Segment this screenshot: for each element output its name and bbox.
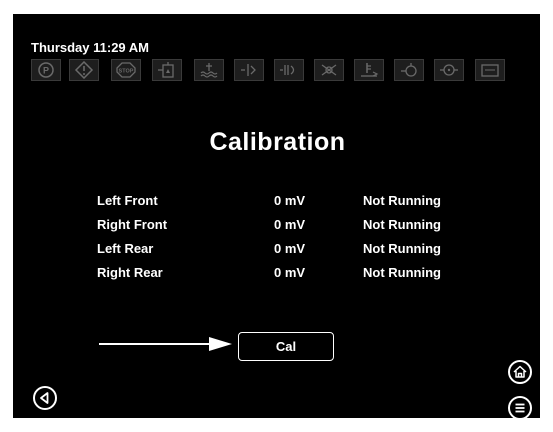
stop-icon: STOP — [111, 59, 141, 81]
coolant-level-icon — [194, 59, 224, 81]
display-bezel: Thursday 11:29 AM P STOP Calibration Lef… — [13, 14, 540, 420]
battery-icon — [475, 59, 505, 81]
pto-icon — [234, 59, 264, 81]
back-triangle-icon — [40, 392, 49, 404]
row-status: Not Running — [363, 265, 441, 280]
fuel-filter-icon — [152, 59, 182, 81]
datetime-label: Thursday 11:29 AM — [31, 40, 150, 55]
svg-text:STOP: STOP — [119, 69, 134, 75]
coolant-temp-icon — [354, 59, 384, 81]
menu-button[interactable] — [508, 396, 532, 420]
home-button[interactable] — [508, 360, 532, 384]
menu-icon — [515, 403, 525, 413]
row-value: 0 mV — [274, 217, 306, 232]
calibration-row: Left Rear 0 mV Not Running — [21, 241, 534, 263]
indicator-bar: P STOP — [31, 59, 530, 81]
svg-text:P: P — [43, 66, 49, 76]
calibration-row: Left Front 0 mV Not Running — [21, 193, 534, 215]
parking-brake-icon: P — [31, 59, 61, 81]
home-icon — [513, 365, 527, 378]
display-screen: Thursday 11:29 AM P STOP Calibration Lef… — [21, 22, 534, 420]
oil-pressure-icon — [434, 59, 464, 81]
arrow-pointer-icon — [99, 337, 232, 351]
calibration-row: Right Front 0 mV Not Running — [21, 217, 534, 239]
calibration-row: Right Rear 0 mV Not Running — [21, 265, 534, 287]
row-value: 0 mV — [274, 241, 306, 256]
hydraulic-icon — [314, 59, 344, 81]
page-title: Calibration — [209, 128, 346, 156]
row-status: Not Running — [363, 217, 441, 232]
row-value: 0 mV — [274, 193, 306, 208]
back-button[interactable] — [33, 386, 57, 410]
row-status: Not Running — [363, 241, 441, 256]
row-name: Right Front — [97, 217, 168, 232]
engine-icon — [394, 59, 424, 81]
cal-button[interactable]: Cal — [238, 332, 334, 361]
warning-icon — [69, 59, 99, 81]
row-name: Left Front — [97, 193, 158, 208]
row-value: 0 mV — [274, 265, 306, 280]
row-name: Right Rear — [97, 265, 163, 280]
glow-plug-icon — [274, 59, 304, 81]
row-name: Left Rear — [97, 241, 154, 256]
row-status: Not Running — [363, 193, 441, 208]
